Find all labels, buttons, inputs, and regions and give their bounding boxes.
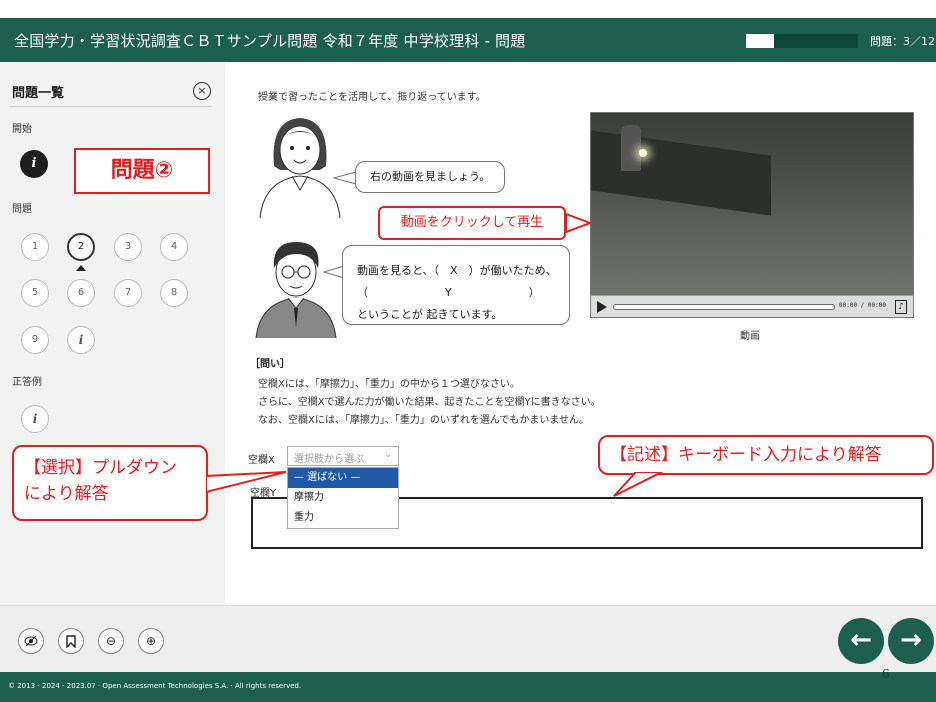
top-header: 全国学力・学習状況調査ＣＢＴサンプル問題 令和７年度 中学校理科 - 問題 問題… — [0, 18, 936, 62]
bubble2-line-2: （ Y ） — [357, 286, 540, 299]
bubble2-line-3: ということが 起きています。 — [357, 308, 503, 321]
video-seek-bar[interactable] — [613, 304, 835, 310]
zoom-out-icon[interactable]: ⊖ — [98, 628, 124, 654]
video-frame-rider — [621, 125, 641, 171]
divider — [10, 106, 212, 107]
video-controls: 00:00 / 00:00 ♪ — [591, 295, 913, 317]
dropdown-option-gravity[interactable]: 重力 — [288, 508, 398, 528]
annotation-click-video: 動画をクリックして再生 — [378, 206, 566, 240]
copyright-text: © 2013 - 2024 - 2023.07 · Open Assessmen… — [8, 682, 302, 690]
blank-x-dropdown: — 選ばない — 摩擦力 重力 — [287, 467, 399, 529]
section-answers-label: 正答例 — [12, 377, 42, 388]
question-counter: 問題：3／12 — [870, 35, 935, 48]
question-line-2: さらに、空欄Xで選んだ力が働いた結果、起きたことを空欄Yに書きなさい。 — [258, 397, 601, 408]
progress-bar — [746, 34, 858, 48]
annotation-select-pulldown: 【選択】プルダウン により解答 — [12, 445, 208, 521]
student-boy-illustration — [255, 242, 337, 338]
question-button-8[interactable]: 8 — [160, 279, 188, 307]
student-girl-illustration — [259, 118, 341, 218]
video-frame-headlight — [639, 149, 647, 157]
page-title: 全国学力・学習状況調査ＣＢＴサンプル問題 令和７年度 中学校理科 - 問題 — [14, 32, 526, 50]
question-list-sidebar: 問題一覧 × 開始 i 問題 1 2 3 4 5 6 7 8 9 i 正答例 i — [0, 62, 225, 605]
annotation-select-line-2: により解答 — [24, 484, 109, 504]
annotation-click-video-arrow — [565, 212, 592, 234]
volume-icon[interactable]: ♪ — [895, 300, 907, 314]
answer-info-button[interactable]: i — [21, 405, 49, 433]
question-button-1[interactable]: 1 — [21, 233, 49, 261]
bubble-tail-1 — [332, 171, 357, 185]
footer-bar: © 2013 - 2024 - 2023.07 · Open Assessmen… — [0, 672, 936, 702]
blank-x-label: 空欄X — [248, 455, 275, 466]
question-button-6[interactable]: 6 — [67, 279, 95, 307]
select-placeholder: 選択肢から選ぶ — [294, 454, 364, 465]
question-button-2[interactable]: 2 — [67, 233, 95, 261]
sidebar-title: 問題一覧 — [12, 86, 65, 101]
speech-bubble-1: 右の動画を見ましょう。 — [355, 161, 505, 193]
intro-text: 授業で習ったことを活用して、振り返っています。 — [258, 92, 486, 103]
annotation-write-arrow — [613, 472, 663, 497]
speech-bubble-2: 動画を見ると、（ X ）が働いたため、 （ Y ） ということが 起きています。 — [342, 245, 570, 325]
eye-off-icon[interactable] — [18, 628, 44, 654]
question-button-3[interactable]: 3 — [114, 233, 142, 261]
page-number: 6 — [882, 667, 890, 681]
dropdown-option-none[interactable]: — 選ばない — — [288, 468, 398, 488]
blank-x-select[interactable]: 選択肢から選ぶ ⌄ — [287, 446, 399, 466]
section-start-label: 開始 — [12, 124, 32, 135]
video-player[interactable]: 00:00 / 00:00 ♪ — [590, 112, 914, 318]
annotation-select-arrow — [206, 471, 287, 494]
question-line-1: 空欄Xには、「摩擦力」、「重力」の中から１つ選びなさい。 — [258, 379, 520, 390]
question-button-9[interactable]: 9 — [21, 326, 49, 354]
bookmark-icon[interactable] — [58, 628, 84, 654]
video-caption: 動画 — [740, 331, 760, 342]
annotation-keyboard-write: 【記述】キーボード入力により解答 — [598, 435, 934, 475]
zoom-in-icon[interactable]: ⊕ — [138, 628, 164, 654]
bottom-toolbar: ⊖ ⊕ ← → — [0, 605, 936, 672]
play-icon[interactable] — [597, 301, 607, 313]
annotation-question-2: 問題② — [74, 148, 210, 194]
dropdown-option-friction[interactable]: 摩擦力 — [288, 488, 398, 508]
question-line-3: なお、空欄Xには、「摩擦力」、「重力」のいずれを選んでもかまいません。 — [258, 415, 590, 426]
question-info-button[interactable]: i — [67, 326, 95, 354]
question-button-5[interactable]: 5 — [21, 279, 49, 307]
current-question-marker — [76, 265, 86, 271]
question-button-7[interactable]: 7 — [114, 279, 142, 307]
section-questions-label: 問題 — [12, 204, 32, 215]
start-info-button[interactable]: i — [20, 150, 48, 178]
bubble2-line-1: 動画を見ると、（ X ）が働いたため、 — [357, 264, 557, 277]
video-frame-wall — [591, 130, 771, 216]
next-button[interactable]: → — [888, 618, 934, 664]
question-heading: ［問い］ — [250, 359, 290, 370]
video-time: 00:00 / 00:00 — [839, 302, 886, 309]
chevron-down-icon: ⌄ — [384, 450, 392, 460]
question-button-4[interactable]: 4 — [160, 233, 188, 261]
previous-button[interactable]: ← — [838, 618, 884, 664]
close-icon[interactable]: × — [193, 82, 211, 100]
annotation-select-line-1: 【選択】プルダウン — [24, 458, 177, 478]
progress-fill — [746, 34, 774, 48]
